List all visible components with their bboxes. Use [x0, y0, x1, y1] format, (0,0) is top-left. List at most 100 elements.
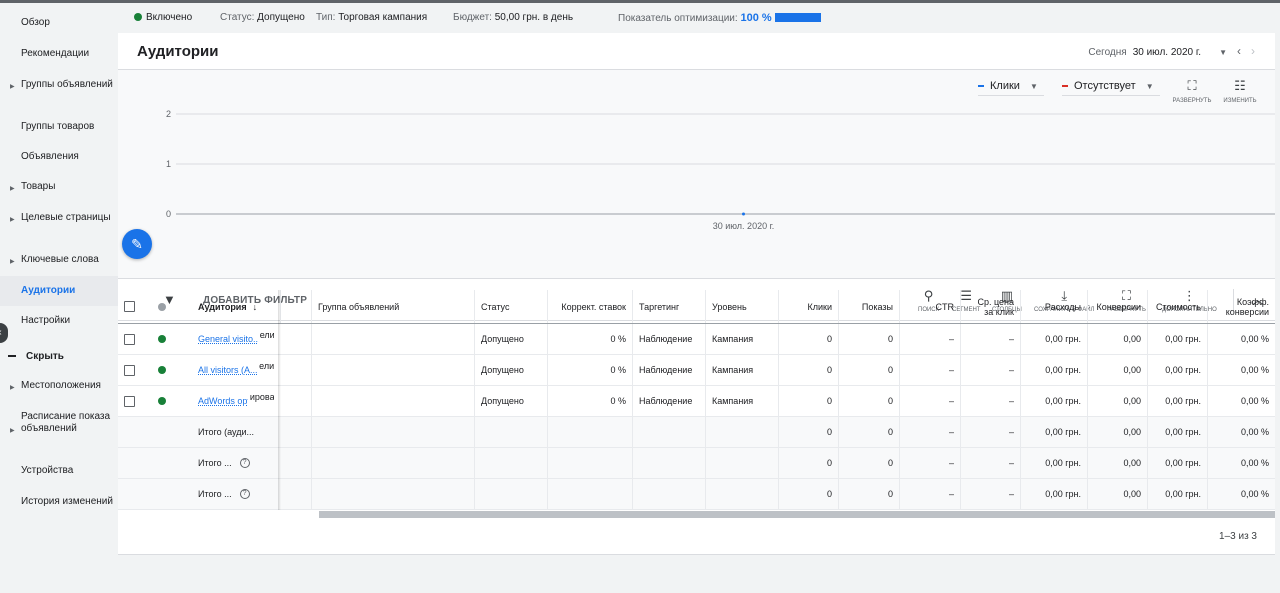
header-conv-rate[interactable]: Коэфф. конверсии: [1207, 290, 1275, 323]
sidebar-item-audiences[interactable]: Аудитории: [0, 276, 118, 306]
header-bid-adj[interactable]: Коррект. ставок: [547, 290, 632, 323]
header-cost[interactable]: Расходы: [1020, 290, 1087, 323]
impr-cell: 0: [838, 479, 899, 509]
sidebar-item-overview[interactable]: Обзор: [0, 17, 118, 33]
header-adgroup[interactable]: Группа объявлений: [311, 290, 474, 323]
metric1-selector[interactable]: Клики ▼: [978, 80, 1044, 96]
chart-edit-button[interactable]: ☷ ИЗМЕНИТЬ: [1216, 78, 1264, 104]
conv-cell: 0,00: [1087, 355, 1147, 385]
arrow-down-icon: ↓: [252, 301, 258, 312]
empty-cell: [705, 448, 778, 478]
metric1-label: Клики: [990, 80, 1020, 92]
audience-overflow-text: ирован: [249, 392, 274, 402]
status-cell: Допущено: [474, 355, 547, 385]
enabled-status[interactable]: Включено: [134, 12, 192, 23]
cost_conv-cell: 0,00 грн.: [1147, 386, 1207, 416]
cost-cell: 0,00 грн.: [1020, 355, 1087, 385]
header-label: Коэфф. конверсии: [1225, 296, 1269, 317]
audience-link[interactable]: All visitors (A...: [198, 365, 257, 375]
header-clicks[interactable]: Клики: [778, 290, 838, 323]
edit-fab-button[interactable]: ✎: [122, 229, 152, 259]
bid-adj-cell[interactable]: 0 %: [547, 324, 632, 354]
sidebar-item-locations[interactable]: ▶ Местоположения: [0, 380, 118, 396]
status-dot-icon: [134, 13, 142, 21]
header-audience[interactable]: Аудитория ↓: [192, 290, 280, 323]
cost_conv-cell: 0,00 грн.: [1147, 417, 1207, 447]
conv_rate-cell: 0,00 %: [1207, 386, 1275, 416]
row-checkbox[interactable]: [124, 364, 135, 376]
sidebar-item-devices[interactable]: Устройства: [0, 465, 118, 481]
sidebar-item-product-groups[interactable]: Группы товаров: [0, 121, 118, 137]
empty-cell: [632, 479, 705, 509]
audience-overflow-text: ели: [259, 330, 274, 340]
pencil-icon: ✎: [131, 236, 143, 252]
clicks-cell: 0: [778, 324, 838, 354]
ctr-cell: –: [899, 448, 960, 478]
empty-cell: [474, 448, 547, 478]
row-status-cell: [152, 355, 180, 385]
tune-icon: ☷: [1234, 78, 1246, 93]
header-label: Коррект. ставок: [561, 301, 626, 312]
budget[interactable]: Бюджет: 50,00 грн. в день: [453, 12, 573, 23]
empty-cell: [632, 417, 705, 447]
performance-chart: 0 1 2 30 июл. 2020 г. Клики ▼ Отсутствует ▼ ⛶…: [118, 70, 1275, 279]
sidebar-item-settings[interactable]: Настройки: [0, 315, 118, 331]
sidebar-item-ads[interactable]: Объявления: [0, 151, 118, 167]
conv-cell: 0,00: [1087, 386, 1147, 416]
audience-cell: AdWords opti...ирован: [192, 386, 280, 416]
cost_conv-cell: 0,00 грн.: [1147, 355, 1207, 385]
y-tick-label: 0: [166, 209, 171, 219]
chevron-left-icon[interactable]: ‹: [1237, 44, 1241, 58]
sidebar-item-products[interactable]: ▶ Товары: [0, 181, 118, 197]
chart-expand-button[interactable]: ⛶ РАЗВЕРНУТЬ: [1168, 78, 1216, 104]
bid-adj-cell[interactable]: 0 %: [547, 386, 632, 416]
audience-link[interactable]: General visito...: [198, 334, 258, 344]
horizontal-scrollbar[interactable]: [319, 511, 1275, 518]
optimization-score[interactable]: Показатель оптимизации: 100 %: [618, 12, 821, 24]
sidebar-item-change-history[interactable]: История изменений: [0, 496, 118, 524]
audience-link[interactable]: AdWords opti...: [198, 396, 248, 406]
empty-cell: [547, 479, 632, 509]
chevron-right-icon[interactable]: ›: [1251, 44, 1255, 58]
cost_conv-cell: 0,00 грн.: [1147, 324, 1207, 354]
cost-cell: 0,00 грн.: [1020, 417, 1087, 447]
select-all-checkbox[interactable]: [124, 301, 135, 312]
series-swatch: [978, 85, 984, 88]
row-checkbox-cell: [118, 355, 152, 385]
sidebar-item-landing-pages[interactable]: ▶ Целевые страницы: [0, 212, 118, 240]
data-point[interactable]: [742, 212, 745, 216]
cost_conv-cell: 0,00 грн.: [1147, 479, 1207, 509]
impr-cell: 0: [838, 448, 899, 478]
row-checkbox[interactable]: [124, 333, 135, 345]
header-targeting[interactable]: Таргетинг: [632, 290, 705, 323]
status-cell: Допущено: [474, 386, 547, 416]
date-range-picker[interactable]: Сегодня 30 июл. 2020 г. ▼ ‹ ›: [1088, 44, 1255, 58]
header-level[interactable]: Уровень: [705, 290, 778, 323]
sidebar-item-ad-schedule[interactable]: ▶ Расписание показа объявлений: [0, 411, 118, 451]
header-ctr[interactable]: CTR: [899, 290, 960, 323]
header-cost-conv[interactable]: Стоимость: [1147, 290, 1207, 323]
header-cpc[interactable]: Ср. цена за клик: [960, 290, 1020, 323]
bid-adj-cell[interactable]: 0 %: [547, 355, 632, 385]
level-cell: Кампания: [705, 324, 778, 354]
header-status[interactable]: Статус: [474, 290, 547, 323]
collapse-sidebar-button[interactable]: ‹: [0, 323, 8, 343]
conv_rate-cell: 0,00 %: [1207, 417, 1275, 447]
row-checkbox[interactable]: [124, 395, 135, 407]
page-scrollbar[interactable]: [1275, 33, 1280, 553]
help-icon[interactable]: ?: [239, 489, 250, 499]
clicks-cell: 0: [778, 417, 838, 447]
header-impressions[interactable]: Показы: [838, 290, 899, 323]
header-conversions[interactable]: Конверсии: [1087, 290, 1147, 323]
help-icon[interactable]: ?: [239, 458, 250, 468]
metric2-selector[interactable]: Отсутствует ▼: [1062, 80, 1160, 96]
select-all-cell: [118, 290, 152, 323]
sidebar-item-recommendations[interactable]: Рекомендации: [0, 48, 118, 64]
sidebar-item-label: Товары: [21, 181, 56, 192]
sidebar-item-keywords[interactable]: ▶ Ключевые слова: [0, 254, 118, 270]
chevron-right-icon: ▶: [10, 428, 15, 434]
header-spacer: [280, 290, 311, 323]
sidebar-item-adgroups[interactable]: ▶ Группы объявлений: [0, 79, 118, 107]
hide-toggle[interactable]: Скрыть: [8, 351, 64, 362]
caret-down-icon[interactable]: ▼: [1219, 48, 1227, 57]
